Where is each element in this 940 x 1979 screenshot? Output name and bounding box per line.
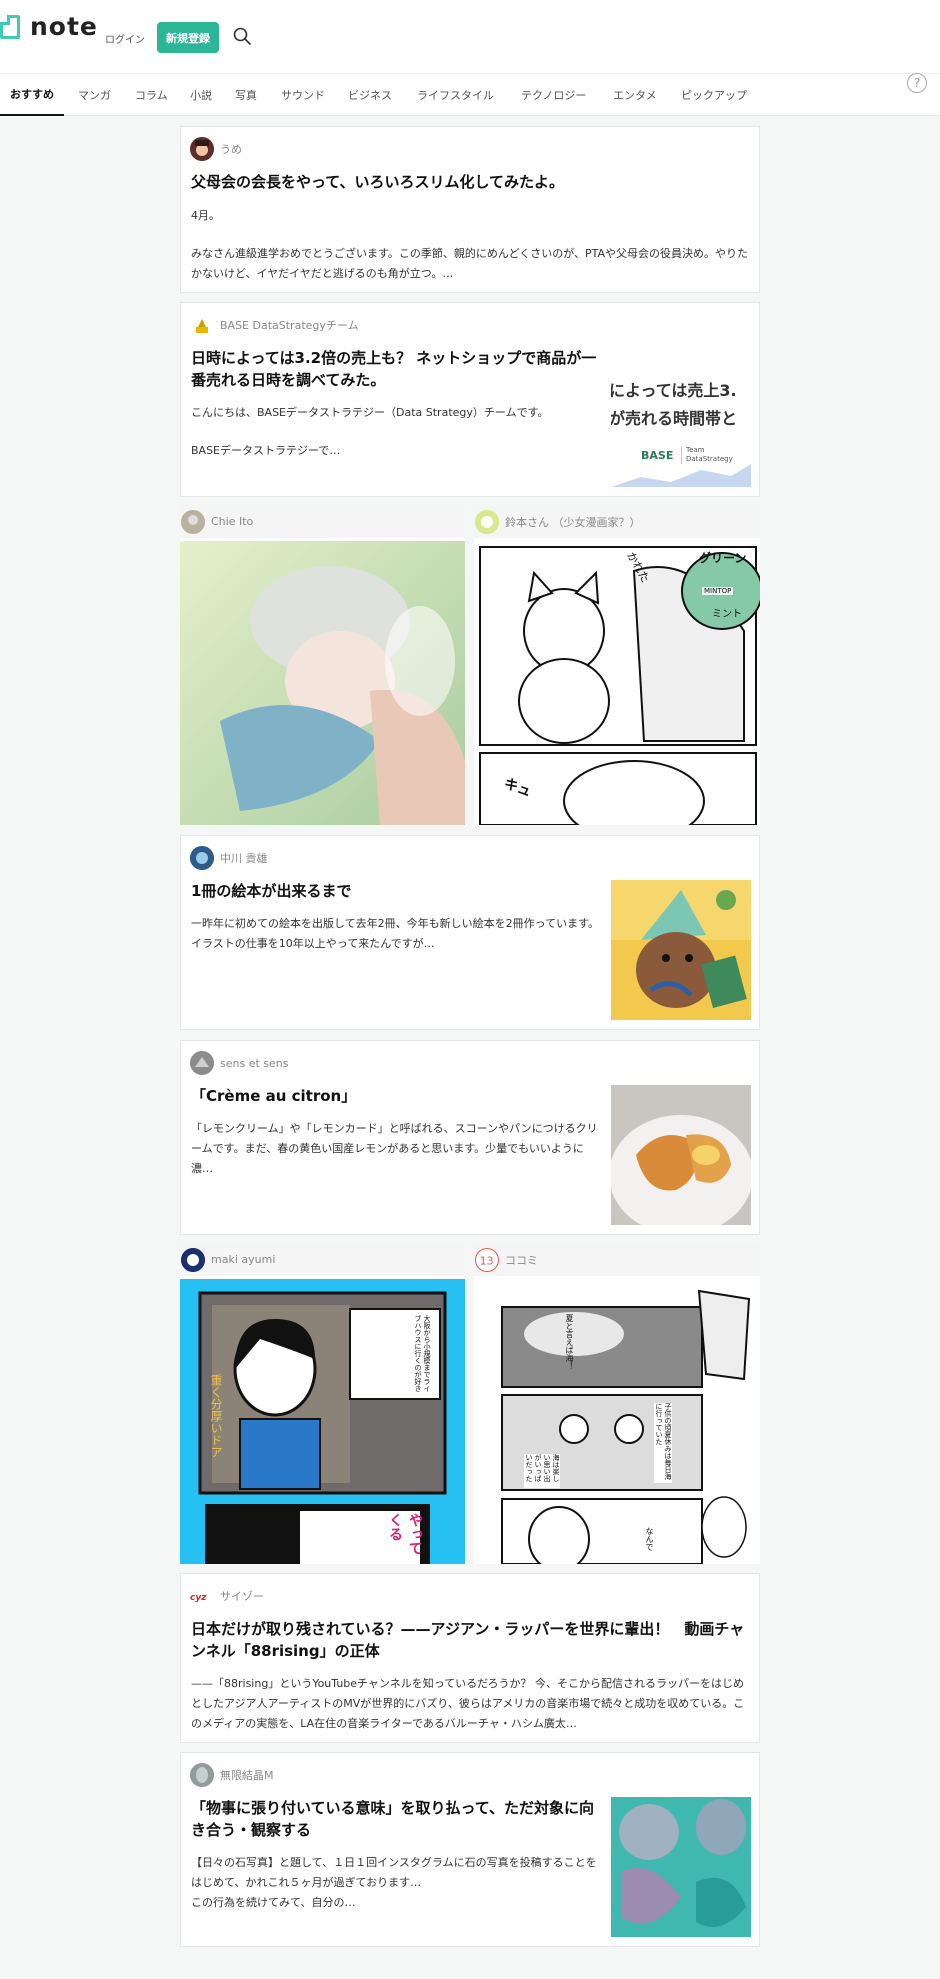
article-title: 「物事に張り付いている意味」を取り払って、ただ対象に向き合う・観察する [191,1799,595,1839]
manga-text: ミント [712,609,742,620]
signup-button[interactable]: 新規登録 [157,22,219,53]
article-thumbnail [611,1085,751,1225]
article-card[interactable]: sens et sens 「Crème au citron」 「レモンクリーム」… [180,1040,760,1235]
manga-image: グリーン MINTOP ミント かれた キュ [474,541,760,825]
svg-text:13: 13 [480,1254,494,1267]
author-name: sens et sens [220,1056,289,1070]
manga-text: やってくる [387,1513,423,1555]
author[interactable]: 中川 貴雄 [190,846,268,870]
image-card[interactable]: Chie Ito [180,505,465,825]
author-name: BASE DataStrategyチーム [220,319,359,332]
author[interactable]: 鈴本さん （少女漫画家？） [474,505,760,538]
article-excerpt: ——「88rising」というYouTubeチャンネルを知っているだろうか？ 今… [191,1677,745,1730]
avatar: 13 [475,1247,499,1272]
tab-sound[interactable]: サウンド [281,74,325,116]
article-card[interactable]: cyz サイゾー 日本だけが取り残されている？——アジアン・ラッパーを世界に輩出… [180,1573,760,1743]
manga-text: 子供の頃夏休みは毎日海に行っていた [654,1403,672,1483]
author-name: サイゾー [220,1590,264,1603]
author-name: 中川 貴雄 [220,852,268,865]
tab-recommended[interactable]: おすすめ [0,74,64,116]
author-name: Chie Ito [211,515,254,528]
tab-entertainment[interactable]: エンタメ [613,74,657,116]
manga-text: なんで [645,1527,654,1551]
tab-column[interactable]: コラム [135,74,168,116]
article-thumbnail [611,1797,751,1937]
avatar [190,1051,214,1075]
manga-text: グリーン [699,551,747,565]
article-title: 日本だけが取り残されている？——アジアン・ラッパーを世界に輩出！ 動画チャンネル… [191,1620,745,1660]
article-excerpt: みなさん進級進学おめでとうございます。この季節、親的にめんどくさいのが、PTAや… [191,247,749,280]
article-excerpt: こんにちは、BASEデータストラテジー（Data Strategy）チームです。 [191,406,549,419]
article-title: 日時によっては3.2倍の売上も？ ネットショップで商品が一番売れる日時を調べてみ… [191,349,597,389]
author[interactable]: cyz サイゾー [190,1584,264,1608]
manga-text: 夏と言えば海！ [565,1314,574,1370]
manga-image: 重く分厚いドア 大阪から小規模までライブハウスに行くのが好き やってくる [180,1279,465,1564]
manga-text: 大阪から小規模までライブハウスに行くのが好き [414,1315,431,1392]
author[interactable]: Chie Ito [180,505,465,538]
article-excerpt: 4月。 [191,209,220,222]
article-thumbnail [611,880,751,1020]
article-excerpt: BASEデータストラテジーで… [191,444,341,457]
avatar [190,1763,214,1787]
image-card[interactable]: maki ayumi 重く分厚いドア 大阪から小規模までライブハウスに行くのが好… [180,1243,465,1564]
article-card[interactable]: うめ 父母会の会長をやって、いろいろスリム化してみたよ。 4月。 みなさん進級進… [180,126,760,293]
site-header: note ログイン 新規登録 [0,0,940,74]
image-card[interactable]: 鈴本さん （少女漫画家？） グリーン MINTOP ミント かれた キュ [474,505,760,825]
note-logo-icon [0,14,20,39]
avatar: cyz [190,1584,214,1608]
avatar [181,1247,205,1272]
avatar [190,313,214,337]
author-name: 無限結晶M [220,1769,274,1782]
author-name: ココミ [505,1253,538,1267]
article-title: 父母会の会長をやって、いろいろスリム化してみたよ。 [191,173,565,191]
tab-lifestyle[interactable]: ライフスタイル [417,74,494,116]
base-logo: BASE [641,449,674,462]
author-name: 鈴本さん （少女漫画家？） [505,515,641,529]
manga-art [501,1289,751,1564]
author[interactable]: 無限結晶M [190,1763,274,1787]
thumb-wave [611,464,751,487]
avatar [181,509,205,534]
help-icon[interactable]: ? [907,73,927,93]
avatar [190,846,214,870]
tab-novel[interactable]: 小説 [190,74,212,116]
article-card[interactable]: BASE DataStrategyチーム 日時によっては3.2倍の売上も？ ネッ… [180,302,760,497]
login-link[interactable]: ログイン [105,31,145,46]
article-thumbnail: によっては売上3. が売れる時間帯と BASE Team DataStrateg… [611,367,751,487]
note-logo[interactable]: note [0,12,98,41]
author[interactable]: BASE DataStrategyチーム [190,313,359,337]
article-excerpt: 「レモンクリーム」や「レモンカード」と呼ばれる、スコーンやパンにつけるクリームで… [191,1122,598,1175]
logo-text: note [30,12,98,41]
avatar [475,509,499,534]
manga-image: 夏と言えば海！ 子供の頃夏休みは毎日海に行っていた 海は楽しい思い出がいっぱいだ… [474,1279,760,1564]
manga-text: MINTOP [702,587,734,595]
tab-photo[interactable]: 写真 [235,74,257,116]
article-title: 「Crème au citron」 [191,1087,357,1105]
thumb-text: によっては売上3. [611,381,737,400]
article-excerpt: 一昨年に初めての絵本を出版して去年2冊、今年も新しい絵本を2冊作っています。 イ… [191,917,600,950]
thumb-text: が売れる時間帯と [611,409,738,428]
author-name: うめ [220,143,242,156]
article-title: 1冊の絵本が出来るまで [191,882,352,900]
author[interactable]: うめ [190,137,242,161]
tab-pickup[interactable]: ピックアップ [681,74,747,116]
tab-manga[interactable]: マンガ [78,74,111,116]
image-card[interactable]: 13 ココミ 夏と言えば海！ 子供の頃夏休みは毎日海に行っていた 海は楽しい思い… [474,1243,760,1564]
manga-text: 重く分厚いドア [209,1374,223,1458]
tab-technology[interactable]: テクノロジー [521,74,586,116]
author[interactable]: 13 ココミ [474,1243,760,1276]
author[interactable]: maki ayumi [180,1243,465,1276]
search-icon[interactable] [233,27,251,45]
avatar [190,137,214,161]
tab-business[interactable]: ビジネス [348,74,392,116]
illustration-image [180,541,465,825]
category-nav: おすすめ マンガ コラム 小説 写真 サウンド ビジネス ライフスタイル テクノ… [0,74,940,116]
article-card[interactable]: 無限結晶M 「物事に張り付いている意味」を取り払って、ただ対象に向き合う・観察す… [180,1752,760,1947]
svg-text:cyz: cyz [190,1593,207,1603]
article-card[interactable]: 中川 貴雄 1冊の絵本が出来るまで 一昨年に初めての絵本を出版して去年2冊、今年… [180,835,760,1030]
article-excerpt: 【日々の石写真】と題して、１日１回インスタグラムに石の写真を投稿することをはじめ… [191,1856,597,1909]
manga-text: 海は楽しい思い出がいっぱいだった [524,1454,560,1488]
author[interactable]: sens et sens [190,1051,288,1075]
author-name: maki ayumi [211,1253,276,1266]
